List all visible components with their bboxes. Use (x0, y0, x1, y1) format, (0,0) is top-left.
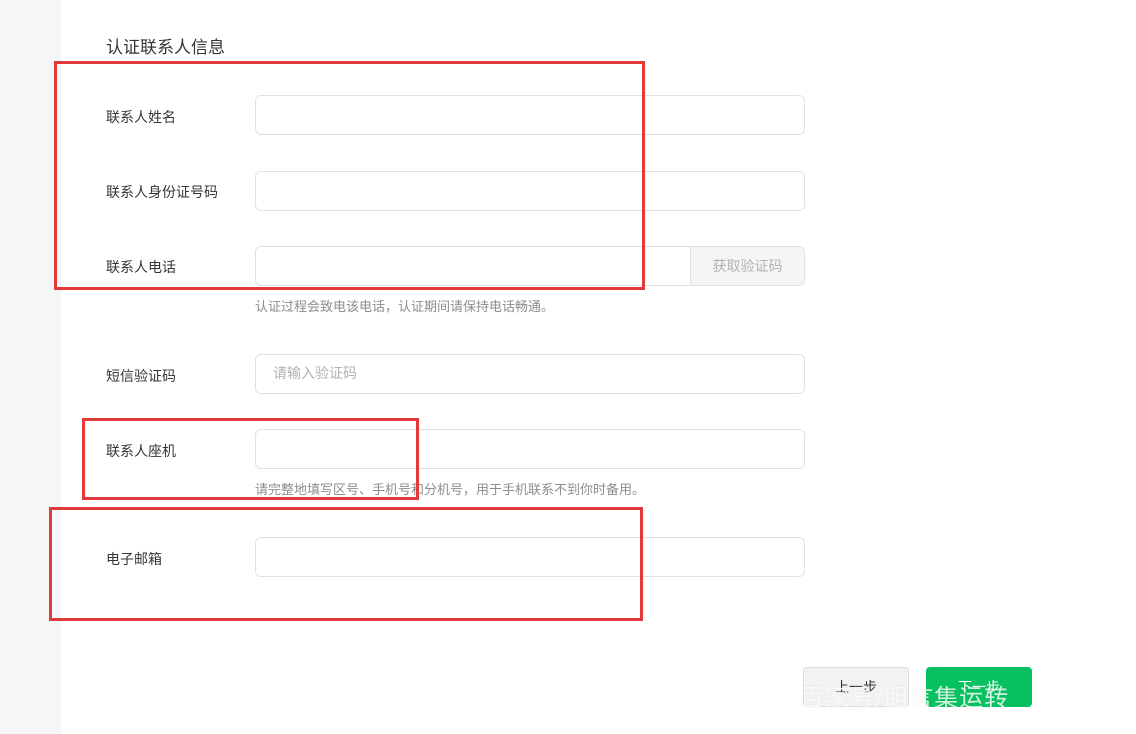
contact-name-input[interactable] (255, 95, 805, 135)
contact-phone-group: 获取验证码 (255, 246, 805, 286)
contact-phone-input[interactable] (256, 247, 690, 285)
contact-phone-label: 联系人电话 (106, 260, 176, 276)
email-input[interactable] (255, 537, 805, 577)
sms-code-label: 短信验证码 (106, 369, 176, 385)
contact-name-label: 联系人姓名 (106, 110, 176, 126)
section-title: 认证联系人信息 (106, 38, 225, 58)
landline-label: 联系人座机 (106, 444, 176, 460)
next-step-button[interactable]: 下一步 (926, 667, 1032, 707)
contact-id-input[interactable] (255, 171, 805, 211)
get-code-button[interactable]: 获取验证码 (690, 247, 804, 285)
left-sidebar-strip (0, 0, 61, 734)
prev-step-button[interactable]: 上一步 (803, 667, 909, 707)
landline-hint: 请完整地填写区号、手机号和分机号，用于手机联系不到你时备用。 (255, 483, 646, 498)
sms-code-input[interactable] (255, 354, 805, 394)
contact-id-label: 联系人身份证号码 (106, 185, 218, 201)
landline-input[interactable] (255, 429, 805, 469)
contact-phone-hint: 认证过程会致电该电话，认证期间请保持电话畅通。 (255, 300, 555, 315)
email-label: 电子邮箱 (106, 552, 162, 568)
